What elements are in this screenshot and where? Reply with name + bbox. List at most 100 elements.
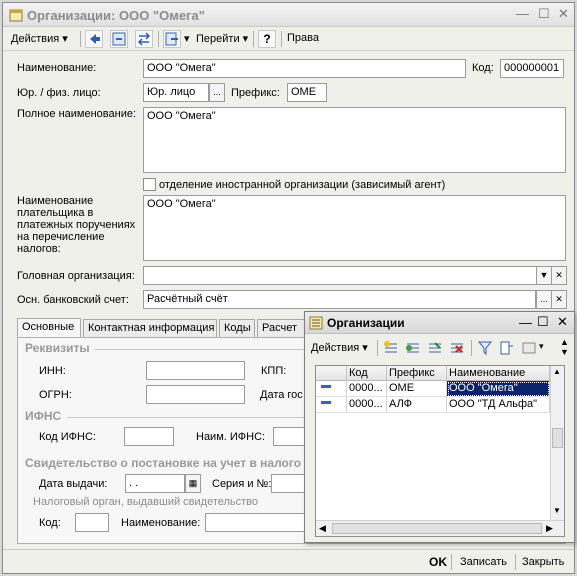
tab-main[interactable]: Основные bbox=[17, 318, 81, 338]
refresh-icon[interactable] bbox=[110, 30, 128, 48]
scroll-down-icon[interactable]: ▼ bbox=[553, 506, 561, 515]
code-input[interactable]: 000000001 bbox=[500, 59, 564, 78]
scroll-right-icon[interactable]: ▶ bbox=[546, 523, 553, 534]
horizontal-scrollbar[interactable]: ◀ ▶ bbox=[316, 520, 564, 536]
kpp-label: КПП: bbox=[261, 365, 287, 377]
popup-minimize-icon[interactable]: — bbox=[519, 315, 532, 330]
toolbar-separator bbox=[158, 31, 159, 47]
scroll-thumb[interactable] bbox=[552, 428, 563, 448]
foreign-branch-label: отделение иностранной организации (завис… bbox=[159, 179, 446, 191]
edit-icon[interactable] bbox=[427, 340, 443, 356]
issue-date-label: Дата выдачи: bbox=[39, 478, 108, 490]
head-org-label: Головная организация: bbox=[17, 270, 135, 282]
ifns-code-input[interactable] bbox=[124, 427, 174, 446]
filter-icon[interactable] bbox=[477, 340, 493, 356]
head-org-clear-icon[interactable]: ✕ bbox=[551, 266, 567, 285]
payer-name-textarea[interactable]: ООО "Омега" bbox=[143, 195, 566, 261]
toolbar-separator bbox=[253, 31, 254, 47]
tab-codes[interactable]: Коды bbox=[219, 319, 255, 337]
hierarchy-icon[interactable] bbox=[499, 340, 515, 356]
ifns-name-input[interactable] bbox=[273, 427, 305, 446]
swap-icon[interactable] bbox=[135, 30, 153, 48]
window-title: Организации: ООО "Омега" bbox=[27, 8, 205, 23]
copy-icon[interactable] bbox=[405, 340, 421, 356]
actions-menu[interactable]: Действия ▾ bbox=[11, 32, 68, 45]
structure-icon[interactable] bbox=[163, 30, 181, 48]
popup-scroll-up-icon[interactable]: ▲ bbox=[560, 337, 569, 347]
minimize-icon[interactable]: — bbox=[516, 6, 529, 21]
bottom-bar: OK Записать Закрыть bbox=[3, 549, 574, 573]
list-icon bbox=[309, 316, 323, 330]
name-label: Наименование: bbox=[17, 62, 97, 74]
toolbar: Действия ▾ ▾ Перейти ▾ ? Права bbox=[3, 27, 574, 51]
tab-calculation[interactable]: Расчет bbox=[257, 319, 305, 337]
entity-type-select-button[interactable]: ... bbox=[209, 83, 225, 102]
bank-account-clear-icon[interactable]: ✕ bbox=[551, 290, 567, 309]
back-arrow-icon[interactable] bbox=[85, 30, 103, 48]
scroll-thumb-horizontal[interactable] bbox=[332, 523, 542, 534]
divider bbox=[95, 349, 305, 350]
organizations-table: Код Префикс Наименование 0000... OME ООО… bbox=[315, 365, 565, 537]
entity-type-label: Юр. / физ. лицо: bbox=[17, 87, 101, 99]
inn-label: ИНН: bbox=[39, 365, 66, 377]
popup-actions-menu[interactable]: Действия ▾ bbox=[311, 341, 368, 354]
help-button[interactable]: ? bbox=[258, 30, 276, 48]
inn-input[interactable] bbox=[146, 361, 245, 380]
maximize-icon[interactable]: ☐ bbox=[538, 6, 550, 22]
head-org-dropdown-icon[interactable]: ▼ bbox=[536, 266, 552, 285]
close-icon[interactable]: ✕ bbox=[558, 6, 569, 22]
tax-body-label: Налоговый орган, выдавший свидетельство bbox=[33, 496, 259, 508]
toolbar-separator bbox=[281, 31, 282, 47]
close-button[interactable]: Закрыть bbox=[522, 556, 564, 568]
code-label: Код: bbox=[472, 62, 494, 74]
tax-body-name-input[interactable] bbox=[205, 513, 305, 532]
title-bar[interactable]: Организации: ООО "Омега" — ☐ ✕ bbox=[3, 3, 574, 27]
series-input[interactable] bbox=[271, 474, 305, 493]
save-button[interactable]: Записать bbox=[460, 556, 507, 568]
calendar-icon[interactable]: ▦ bbox=[185, 474, 201, 493]
certificate-heading: Свидетельство о постановке на учет в нал… bbox=[25, 456, 302, 470]
ok-button[interactable]: OK bbox=[429, 555, 447, 569]
name-cell: ООО "ТД Альфа" bbox=[447, 397, 550, 413]
issue-date-input[interactable]: . . bbox=[125, 474, 185, 493]
tax-body-code-input[interactable] bbox=[75, 513, 109, 532]
settings-icon[interactable] bbox=[521, 340, 537, 356]
vertical-scrollbar[interactable]: ▲ ▼ bbox=[550, 366, 564, 520]
scroll-left-icon[interactable]: ◀ bbox=[319, 523, 326, 534]
prefix-cell: АЛФ bbox=[387, 397, 447, 413]
bank-account-input[interactable]: Расчётный счёт bbox=[143, 290, 536, 309]
popup-toolbar: Действия ▾ ▾ ▲ ▼ bbox=[305, 335, 574, 361]
name-cell: ООО "Омега" bbox=[447, 381, 550, 397]
head-org-input[interactable] bbox=[143, 266, 551, 285]
prefix-input[interactable]: OME bbox=[287, 83, 327, 102]
add-icon[interactable] bbox=[383, 340, 399, 356]
goto-menu[interactable]: Перейти ▾ bbox=[196, 32, 248, 45]
ifns-name-label: Наим. ИФНС: bbox=[196, 431, 266, 443]
name-input[interactable]: ООО "Омега" bbox=[143, 59, 466, 78]
payer-name-label: Наименование плательщика в платежных пор… bbox=[17, 195, 136, 255]
delete-icon[interactable] bbox=[449, 340, 465, 356]
column-header-prefix[interactable]: Префикс bbox=[387, 366, 447, 381]
more-dropdown-icon[interactable]: ▾ bbox=[539, 341, 544, 352]
entity-type-input[interactable]: Юр. лицо bbox=[143, 83, 209, 102]
popup-close-icon[interactable]: ✕ bbox=[557, 314, 568, 330]
rights-button[interactable]: Права bbox=[287, 32, 319, 44]
column-header-name[interactable]: Наименование bbox=[447, 366, 550, 381]
registration-date-label: Дата гос bbox=[260, 389, 303, 401]
full-name-textarea[interactable]: ООО "Омега" bbox=[143, 107, 566, 173]
prefix-label: Префикс: bbox=[231, 87, 280, 99]
ifns-code-label: Код ИФНС: bbox=[39, 431, 96, 443]
prefix-cell: OME bbox=[387, 381, 447, 397]
scroll-up-icon[interactable]: ▲ bbox=[553, 367, 561, 376]
column-header-code[interactable]: Код bbox=[347, 366, 387, 381]
popup-title-bar[interactable]: Организации — ☐ ✕ bbox=[305, 312, 574, 334]
foreign-branch-checkbox[interactable] bbox=[143, 178, 156, 191]
popup-scroll-down-icon[interactable]: ▼ bbox=[560, 347, 569, 357]
ogrn-input[interactable] bbox=[146, 385, 245, 404]
divider bbox=[67, 417, 305, 418]
bank-account-select-button[interactable]: ... bbox=[536, 290, 552, 309]
goto-dropdown-icon[interactable]: ▾ bbox=[184, 32, 190, 45]
tab-contact-info[interactable]: Контактная информация bbox=[83, 319, 217, 337]
popup-maximize-icon[interactable]: ☐ bbox=[537, 314, 549, 330]
tax-body-name-label: Наименование: bbox=[121, 517, 201, 529]
